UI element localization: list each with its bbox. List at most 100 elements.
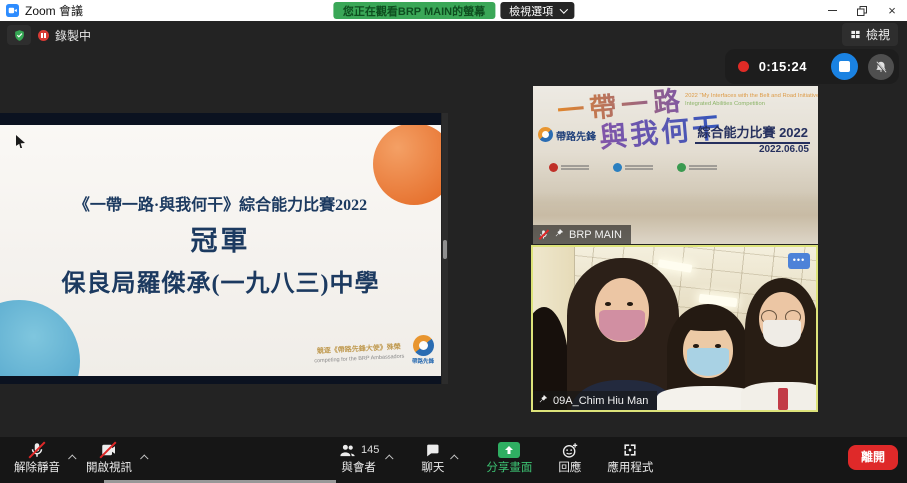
minimize-button[interactable] [817,0,847,21]
unmute-button[interactable]: 解除靜音 [14,441,60,474]
reactions-button[interactable]: 回應 [558,441,581,474]
chat-label: 聊天 [421,462,444,474]
mic-muted-icon [28,441,46,459]
participant-name-badge: BRP MAIN [533,225,631,244]
apps-icon [622,442,638,458]
slide-blue-circle-decoration [0,300,80,376]
toolbar-center-group: 145 與會者 聊天 [338,441,653,474]
bell-slash-icon [874,60,888,74]
participants-count: 145 [361,444,379,456]
banner-english-title: 2022 "My Interfaces with the Belt and Ro… [685,92,815,108]
brp-swirl-icon [413,335,434,356]
shield-check-icon [13,29,26,42]
banner-subtitle: 綜合能力比賽 2022 [695,122,810,144]
mute-notifications-button[interactable] [868,54,894,80]
org-logo-blue [613,163,653,172]
video-thumbnail-brp-main[interactable]: 一帶一路 與我何干 2022 "My Interfaces with the B… [533,86,818,244]
slide-top-bar [0,113,441,125]
video-thumbnail-active-speaker[interactable]: ••• 09A_Chim Hiu Man [531,245,818,412]
chat-bubble-icon [424,442,441,458]
share-scrollbar-track[interactable] [442,113,448,384]
pin-icon [554,228,564,241]
security-shield-button[interactable] [7,25,31,45]
view-options-button[interactable]: 檢視選項 [500,2,574,19]
window-controls: × [817,0,907,21]
watching-banner: 您正在觀看BRP MAIN的螢幕 [333,2,495,19]
pin-icon [538,394,548,407]
share-scrollbar-thumb[interactable] [443,240,447,259]
start-video-label: 開啟視訊 [86,462,132,474]
white-face-mask [763,320,801,347]
close-button[interactable]: × [877,0,907,21]
share-screen-icon [498,442,520,458]
participants-options-chevron[interactable] [385,448,395,466]
chevron-down-icon [559,5,567,13]
person-right [745,278,816,410]
banner-organizer-logos [549,163,717,172]
banner-date: 2022.06.05 [759,144,809,155]
audio-options-chevron[interactable] [68,448,78,466]
watching-banner-group: 您正在觀看BRP MAIN的螢幕 檢視選項 [333,2,574,19]
recording-dot-icon [738,61,749,72]
start-video-button[interactable]: 開啟視訊 [86,441,132,474]
brp-logo-label: 帶路先鋒 [409,357,437,365]
recording-indicator: 錄製中 [38,27,91,44]
mic-muted-icon [538,229,549,240]
participant-name-badge: 09A_Chim Hiu Man [533,391,657,410]
view-options-label: 檢視選項 [509,3,553,19]
camera-off-icon [99,441,119,459]
restore-icon [857,6,867,16]
apps-button[interactable]: 應用程式 [607,441,653,474]
share-screen-label: 分享畫面 [486,462,532,474]
slide-competition-title: 《一帶一路·與我何干》綜合能力比賽2022 [0,191,441,215]
blue-face-mask [687,348,729,376]
toolbar-left-group: 解除靜音 開啟視訊 [14,441,150,474]
slide-school-name: 保良局羅傑承(一九八三)中學 [0,263,441,298]
slide-bottom-bar [0,376,441,384]
apps-label: 應用程式 [607,462,653,474]
pink-face-mask [599,310,645,341]
reaction-smiley-icon [561,442,579,459]
slide-award-title: 冠軍 [0,219,441,258]
zoom-app-icon [6,4,19,17]
view-button-label: 檢視 [866,26,890,43]
slide-body: 《一帶一路·與我何干》綜合能力比賽2022 冠軍 保良局羅傑承(一九八三)中學 … [0,125,441,376]
org-logo-green [677,163,717,172]
org-logo-red [549,163,589,172]
video-options-chevron[interactable] [140,448,150,466]
recording-pause-icon[interactable] [38,30,49,41]
stop-icon [839,61,850,72]
participants-label: 與會者 [341,462,376,474]
recording-label: 錄製中 [55,27,91,44]
view-button[interactable]: 檢視 [842,23,898,46]
timer-text: 0:15:24 [759,59,807,74]
banner-english-line1: 2022 "My Interfaces with the Belt and Ro… [685,92,815,100]
participants-button[interactable]: 145 與會者 [338,441,379,474]
meeting-toolbar: 解除靜音 開啟視訊 145 與會者 [0,437,907,483]
restore-button[interactable] [847,0,877,21]
chat-button[interactable]: 聊天 [421,441,444,474]
speaker-video-frame: ••• 09A_Chim Hiu Man [533,247,816,410]
unmute-label: 解除靜音 [14,462,60,474]
banner-brp-logo-label: 帶路先鋒 [556,128,596,143]
participant-name: 09A_Chim Hiu Man [553,395,648,407]
recording-timer-pill: 0:15:24 [725,49,899,84]
leave-meeting-button[interactable]: 離開 [848,445,898,470]
banner-english-line2: Integrated Abilities Competition [685,100,815,108]
reactions-label: 回應 [558,462,581,474]
share-screen-button[interactable]: 分享畫面 [486,441,532,474]
chat-options-chevron[interactable] [450,448,460,466]
stop-recording-button[interactable] [831,53,858,80]
slide-ambassador-stamp: 競逐《帶路先鋒大使》殊榮 competing for the BRP Ambas… [313,342,406,365]
participant-name: BRP MAIN [569,229,622,241]
slide-brp-logo: 帶路先鋒 [409,335,437,365]
shared-screen-slide: 《一帶一路·與我何干》綜合能力比賽2022 冠軍 保良局羅傑承(一九八三)中學 … [0,113,441,384]
window-title-bar: Zoom 會議 您正在觀看BRP MAIN的螢幕 檢視選項 × [0,0,907,21]
grid-view-icon [850,29,861,40]
red-tie [778,388,788,410]
window-title: Zoom 會議 [25,2,83,19]
thumbnail-more-button[interactable]: ••• [788,253,810,269]
banner-brp-logo: 帶路先鋒 [538,127,596,143]
zoom-meeting-window: Zoom 會議 您正在觀看BRP MAIN的螢幕 檢視選項 × 錄製中 檢視 0… [0,0,907,483]
brp-swirl-icon [538,127,553,142]
